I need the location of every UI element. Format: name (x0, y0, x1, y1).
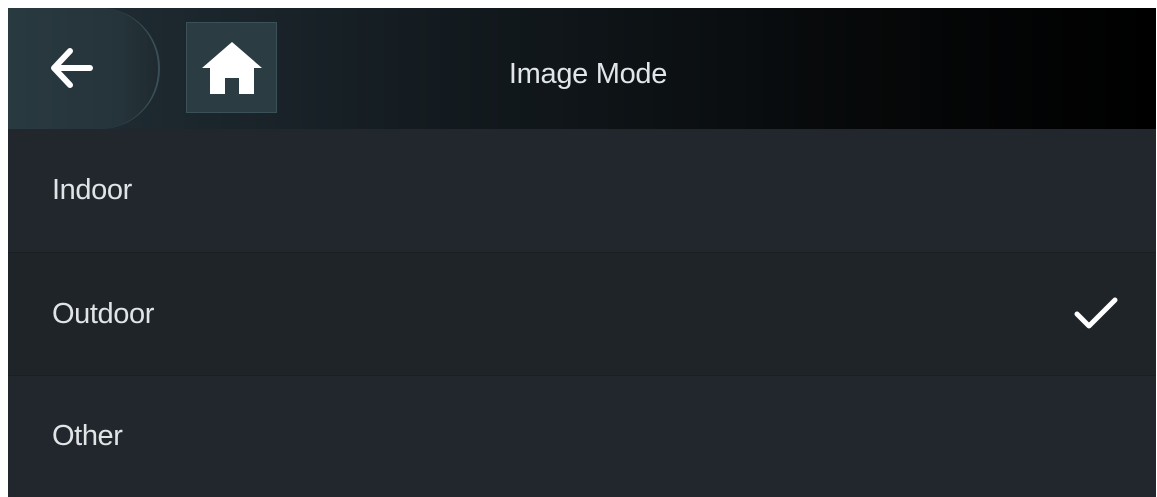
image-mode-screen: Image Mode Indoor Outdoor Other (8, 8, 1156, 497)
option-indoor[interactable]: Indoor (8, 129, 1156, 253)
image-mode-options-list: Indoor Outdoor Other (8, 129, 1156, 497)
arrow-left-icon (51, 48, 93, 88)
home-icon (202, 42, 262, 94)
option-label: Indoor (52, 174, 132, 206)
option-label: Other (52, 420, 123, 452)
option-other[interactable]: Other (8, 376, 1156, 497)
page-title: Image Mode (508, 58, 668, 90)
option-outdoor[interactable]: Outdoor (8, 253, 1156, 376)
back-button[interactable] (8, 8, 160, 129)
home-button[interactable] (186, 22, 277, 113)
checkmark-icon (1074, 297, 1118, 329)
header-bar: Image Mode (8, 8, 1156, 129)
option-label: Outdoor (52, 297, 154, 330)
